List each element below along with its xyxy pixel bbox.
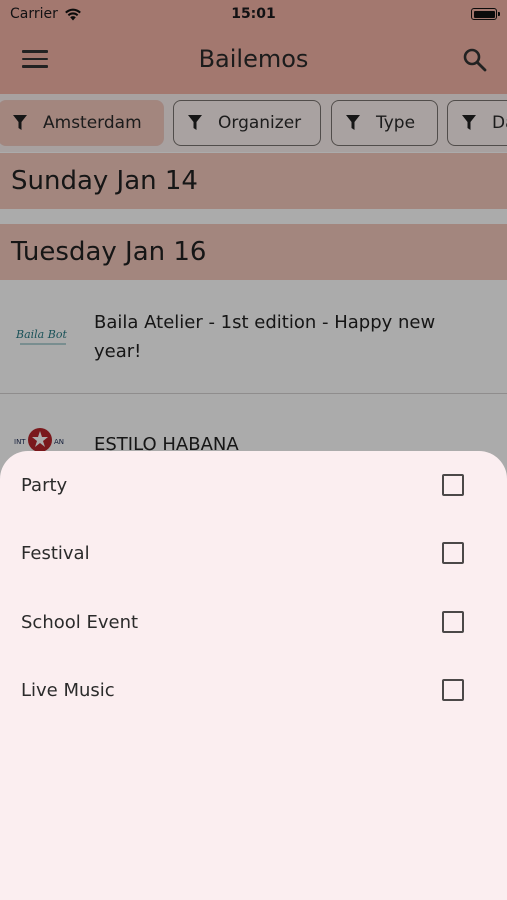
type-option-school-event[interactable]: School Event — [0, 588, 507, 656]
type-filter-sheet: Party Festival School Event Live Music — [0, 451, 507, 900]
type-option-party[interactable]: Party — [0, 451, 507, 519]
option-label: Party — [21, 474, 68, 496]
option-checkbox[interactable] — [442, 611, 464, 633]
option-checkbox[interactable] — [442, 679, 464, 701]
option-checkbox[interactable] — [442, 542, 464, 564]
option-checkbox[interactable] — [442, 474, 464, 496]
type-option-festival[interactable]: Festival — [0, 519, 507, 587]
type-option-live-music[interactable]: Live Music — [0, 656, 507, 724]
option-label: Festival — [21, 542, 90, 564]
option-label: School Event — [21, 611, 139, 633]
option-label: Live Music — [21, 679, 115, 701]
